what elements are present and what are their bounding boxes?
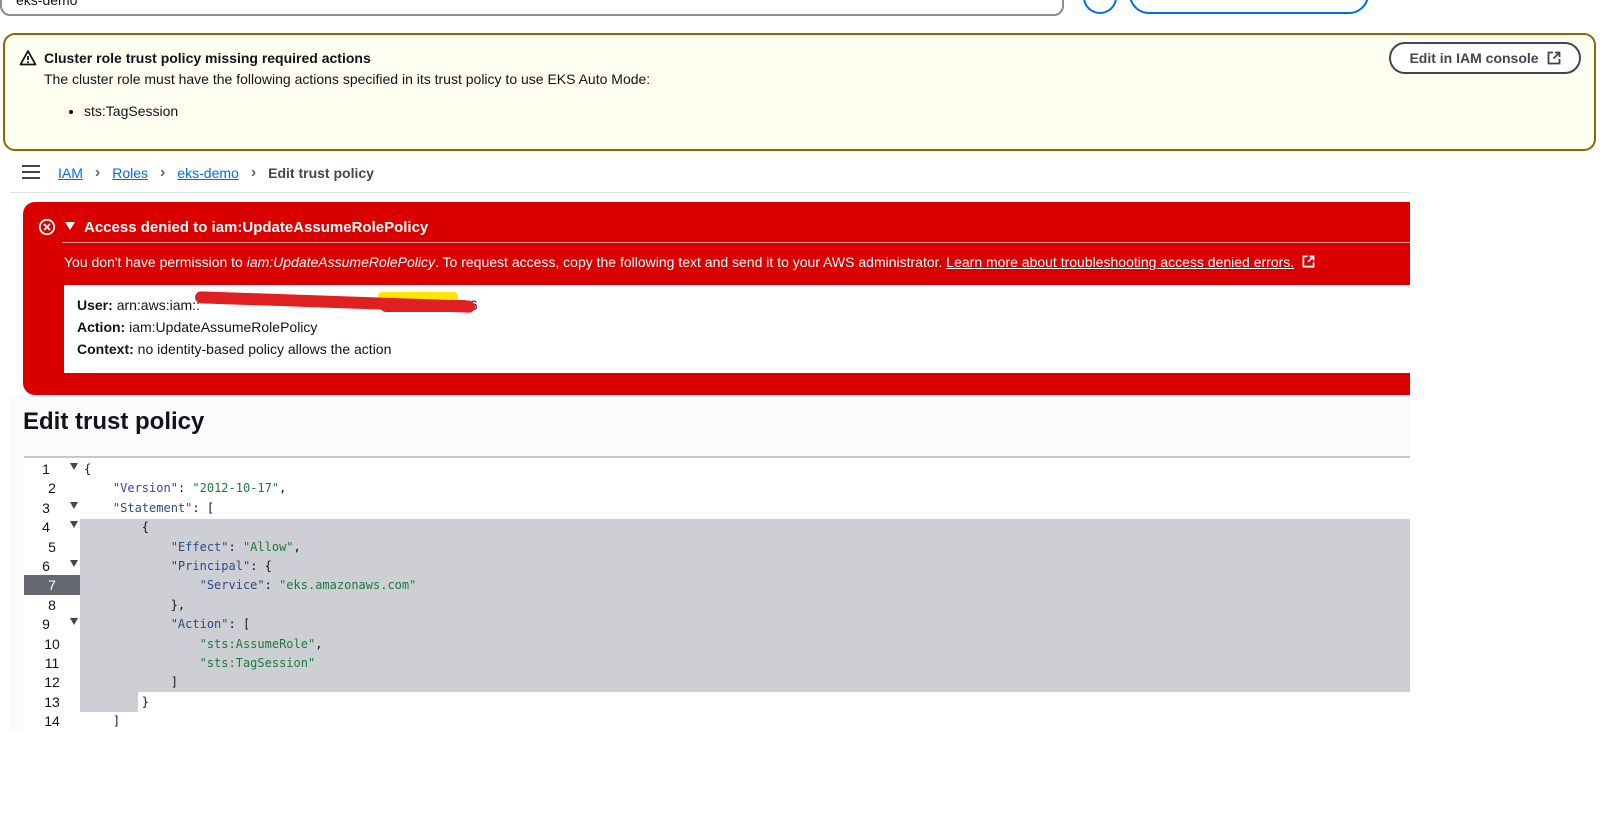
line-number: 3	[42, 499, 50, 516]
error-icon	[38, 218, 56, 236]
action-value: iam:UpdateAssumeRolePolicy	[129, 319, 318, 335]
line-number: 1	[42, 461, 50, 477]
error-desc-text: . To request access, copy the following …	[435, 254, 947, 270]
warning-description: The cluster role must have the following…	[44, 71, 651, 87]
code-text: "Principal": {	[170, 559, 272, 573]
selection-highlight	[80, 672, 1410, 693]
code-text: "Effect": "Allow",	[170, 539, 301, 554]
code-line[interactable]: 9 "Action": [	[24, 614, 1410, 635]
divider	[62, 242, 1410, 243]
line-number: 8	[48, 596, 56, 613]
code-text: },	[84, 597, 186, 612]
line-number: 10	[44, 635, 60, 652]
fold-caret-icon[interactable]	[70, 560, 78, 567]
line-number: 9	[42, 616, 50, 633]
selection-highlight	[80, 519, 1410, 538]
code-text: ]	[84, 714, 121, 729]
fold-caret-icon[interactable]	[70, 501, 78, 509]
chevron-right-icon: ›	[94, 164, 101, 181]
error-desc-text: You don't have permission to	[64, 254, 247, 270]
warning-icon	[19, 50, 37, 66]
breadcrumb-role-name[interactable]: eks-demo	[177, 165, 238, 181]
code-text: ]	[84, 675, 178, 690]
code-line[interactable]: 7 "Service": "eks.amazonaws.com"	[24, 575, 1410, 596]
line-number: 14	[44, 713, 60, 730]
breadcrumb-iam[interactable]: IAM	[58, 165, 83, 181]
line-number: 4	[42, 519, 50, 536]
code-line[interactable]: 3 "Statement": [	[24, 498, 1410, 518]
warning-title: Cluster role trust policy missing requir…	[44, 50, 371, 66]
code-line[interactable]: 13 }	[24, 691, 1410, 712]
line-number: 2	[48, 480, 56, 497]
troubleshooting-link[interactable]: Learn more about troubleshooting access …	[946, 254, 1294, 270]
code-text: "Action": [	[170, 617, 251, 632]
hamburger-menu-icon[interactable]	[22, 165, 40, 179]
chevron-right-icon: ›	[250, 164, 257, 181]
code-text: {	[84, 462, 92, 476]
chevron-right-icon: ›	[160, 164, 166, 181]
selection-highlight	[80, 614, 1410, 635]
error-context-row: Context: no identity-based policy allows…	[77, 341, 391, 357]
external-link-icon	[1547, 51, 1560, 65]
divider	[10, 192, 1410, 193]
edit-in-iam-console-button[interactable]: Edit in IAM console	[1389, 42, 1581, 74]
code-line[interactable]: 4 {	[24, 517, 1410, 538]
create-role-button[interactable]	[1129, 0, 1369, 14]
code-text: "sts:TagSession"	[199, 656, 316, 670]
fold-caret-icon[interactable]	[70, 463, 78, 470]
list-item: sts:TagSession	[84, 103, 178, 119]
line-number: 12	[44, 674, 60, 691]
caret-down-icon[interactable]	[65, 222, 75, 230]
context-label: Context:	[77, 341, 134, 357]
code-text: "Statement": [	[112, 500, 215, 515]
line-number: 6	[42, 558, 50, 574]
fold-caret-icon[interactable]	[70, 521, 78, 529]
error-description: You don't have permission to iam:UpdateA…	[64, 254, 1315, 270]
code-line[interactable]: 11 "sts:TagSession"	[24, 653, 1410, 673]
breadcrumb-current: Edit trust policy	[268, 165, 374, 181]
code-line[interactable]: 1{	[24, 459, 1410, 479]
code-line[interactable]: 10 "sts:AssumeRole",	[24, 633, 1410, 654]
code-text: {	[84, 520, 150, 535]
code-line[interactable]: 14 ]	[24, 711, 1410, 731]
breadcrumb-roles[interactable]: Roles	[112, 165, 148, 181]
line-number: 5	[48, 538, 56, 555]
button-label: Edit in IAM console	[1409, 50, 1539, 66]
code-line[interactable]: 12 ]	[24, 672, 1410, 693]
context-value: no identity-based policy allows the acti…	[137, 341, 392, 357]
warning-action-list: sts:TagSession	[66, 103, 178, 119]
line-number: 11	[44, 655, 60, 671]
code-line[interactable]: 2 "Version": "2012-10-17",	[24, 478, 1410, 498]
info-icon[interactable]	[1083, 0, 1117, 14]
code-line[interactable]: 6 "Principal": {	[24, 556, 1410, 576]
selection-highlight	[80, 594, 1410, 615]
code-text: }	[84, 694, 150, 709]
search-value: eks-demo	[16, 0, 78, 8]
line-number: 13	[44, 693, 60, 710]
error-desc-action: iam:UpdateAssumeRolePolicy	[246, 254, 436, 270]
code-text: "sts:AssumeRole",	[199, 636, 323, 651]
breadcrumb: IAM › Roles › eks-demo › Edit trust poli…	[58, 164, 374, 182]
external-link-icon	[1302, 255, 1315, 268]
action-label: Action:	[77, 319, 126, 335]
user-value: arn:aws:iam::	[116, 297, 200, 313]
line-number: 7	[48, 577, 56, 594]
policy-code-editor[interactable]: 1{2 "Version": "2012-10-17", 3 "Statement…	[24, 456, 1410, 732]
selection-highlight	[80, 556, 1410, 576]
code-line[interactable]: 8 },	[24, 594, 1410, 615]
code-text: "Service": "eks.amazonaws.com"	[199, 578, 417, 593]
code-line[interactable]: 5 "Effect": "Allow",	[24, 536, 1410, 557]
search-input[interactable]: eks-demo	[0, 0, 1064, 16]
redaction-mark	[380, 300, 470, 312]
fold-caret-icon[interactable]	[70, 618, 78, 626]
user-label: User:	[77, 297, 113, 313]
page-title: Edit trust policy	[23, 408, 205, 435]
code-text: "Version": "2012-10-17",	[112, 481, 287, 496]
error-action-row: Action: iam:UpdateAssumeRolePolicy	[77, 319, 317, 335]
error-title[interactable]: Access denied to iam:UpdateAssumeRolePol…	[84, 219, 428, 236]
